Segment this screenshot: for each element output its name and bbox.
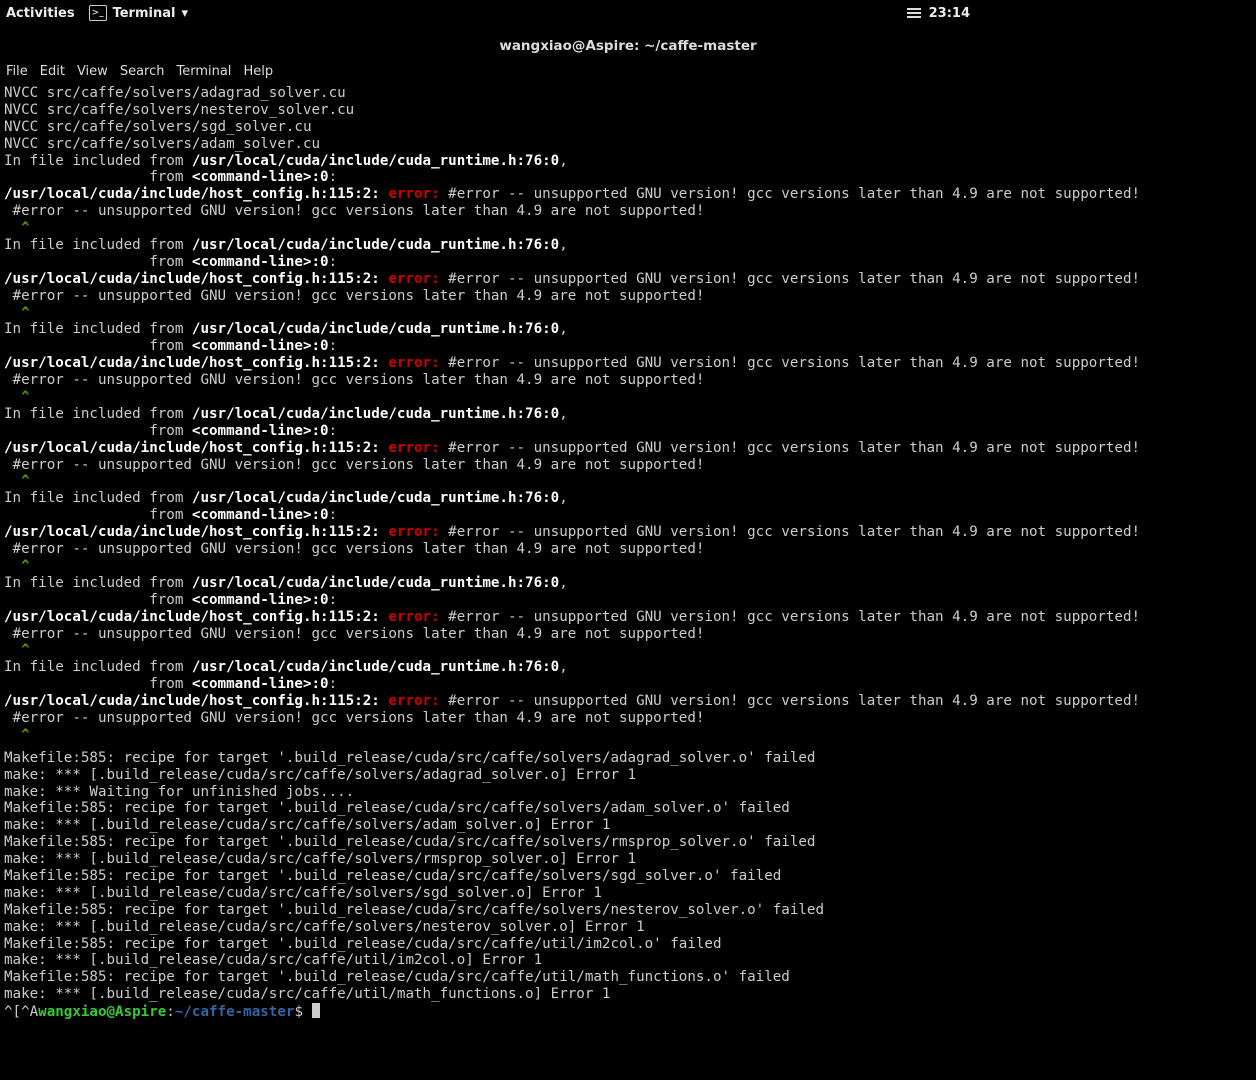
menu-file[interactable]: File [6,64,28,79]
terminal-output[interactable]: NVCC src/caffe/solvers/adagrad_solver.cu… [0,85,1256,1021]
menu-terminal[interactable]: Terminal [176,64,231,79]
window-title: wangxiao@Aspire: ~/caffe-master [0,26,1256,60]
cursor [312,1003,320,1018]
menu-search[interactable]: Search [120,64,165,79]
terminal-icon: >_ [89,5,107,21]
clock-time: 23:14 [929,6,970,21]
chevron-down-icon: ▾ [181,6,188,21]
app-menu[interactable]: >_ Terminal ▾ [89,5,188,21]
menu-bar: File Edit View Search Terminal Help [0,60,1256,85]
activities-button[interactable]: Activities [6,6,75,21]
menu-view[interactable]: View [77,64,108,79]
clock[interactable]: 23:14 [907,6,970,21]
gnome-top-bar: Activities >_ Terminal ▾ 23:14 [0,0,1256,26]
menu-edit[interactable]: Edit [40,64,65,79]
hamburger-icon [907,6,921,20]
menu-help[interactable]: Help [243,64,273,79]
app-name: Terminal [113,6,176,21]
